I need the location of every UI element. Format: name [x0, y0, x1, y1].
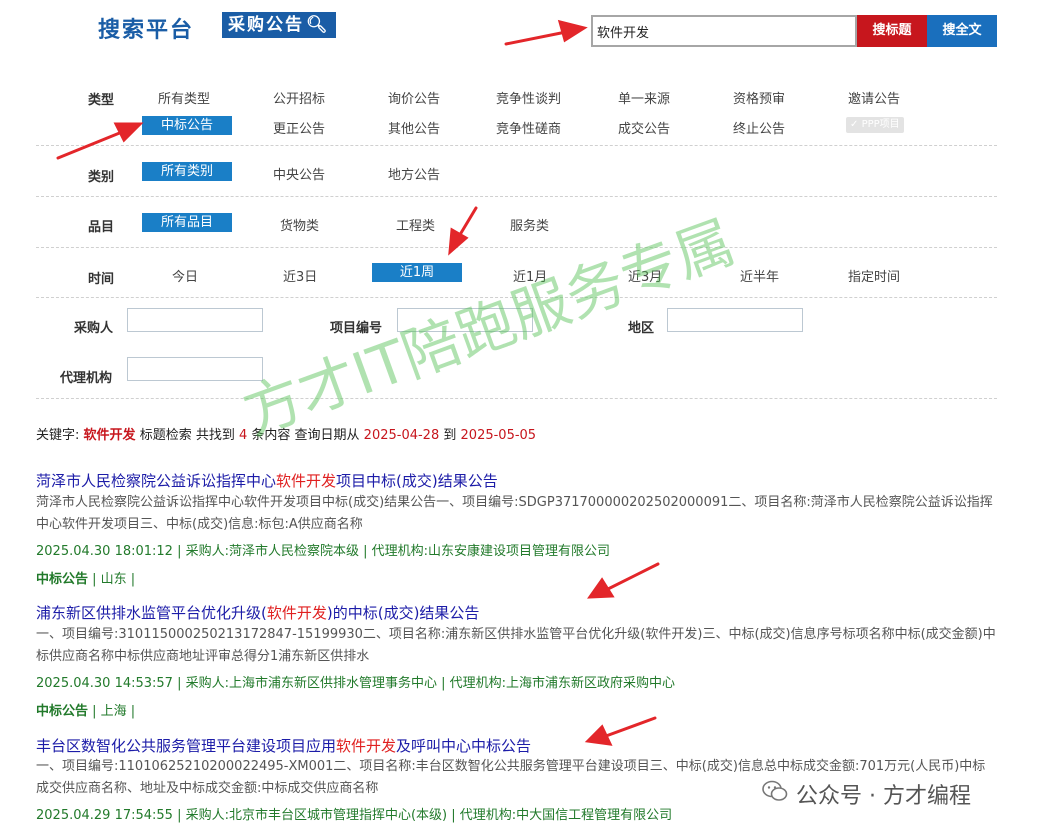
arrow-to-result2	[604, 562, 660, 592]
arrowhead	[587, 577, 615, 599]
arrow-to-result3	[604, 716, 657, 738]
arrowhead	[557, 19, 588, 43]
arrow-to-search	[504, 30, 568, 46]
arrowhead	[113, 122, 144, 143]
annotation-arrows	[56, 19, 660, 746]
arrow-to-award	[56, 130, 124, 160]
arrowhead	[448, 227, 469, 256]
arrowhead	[584, 724, 613, 746]
